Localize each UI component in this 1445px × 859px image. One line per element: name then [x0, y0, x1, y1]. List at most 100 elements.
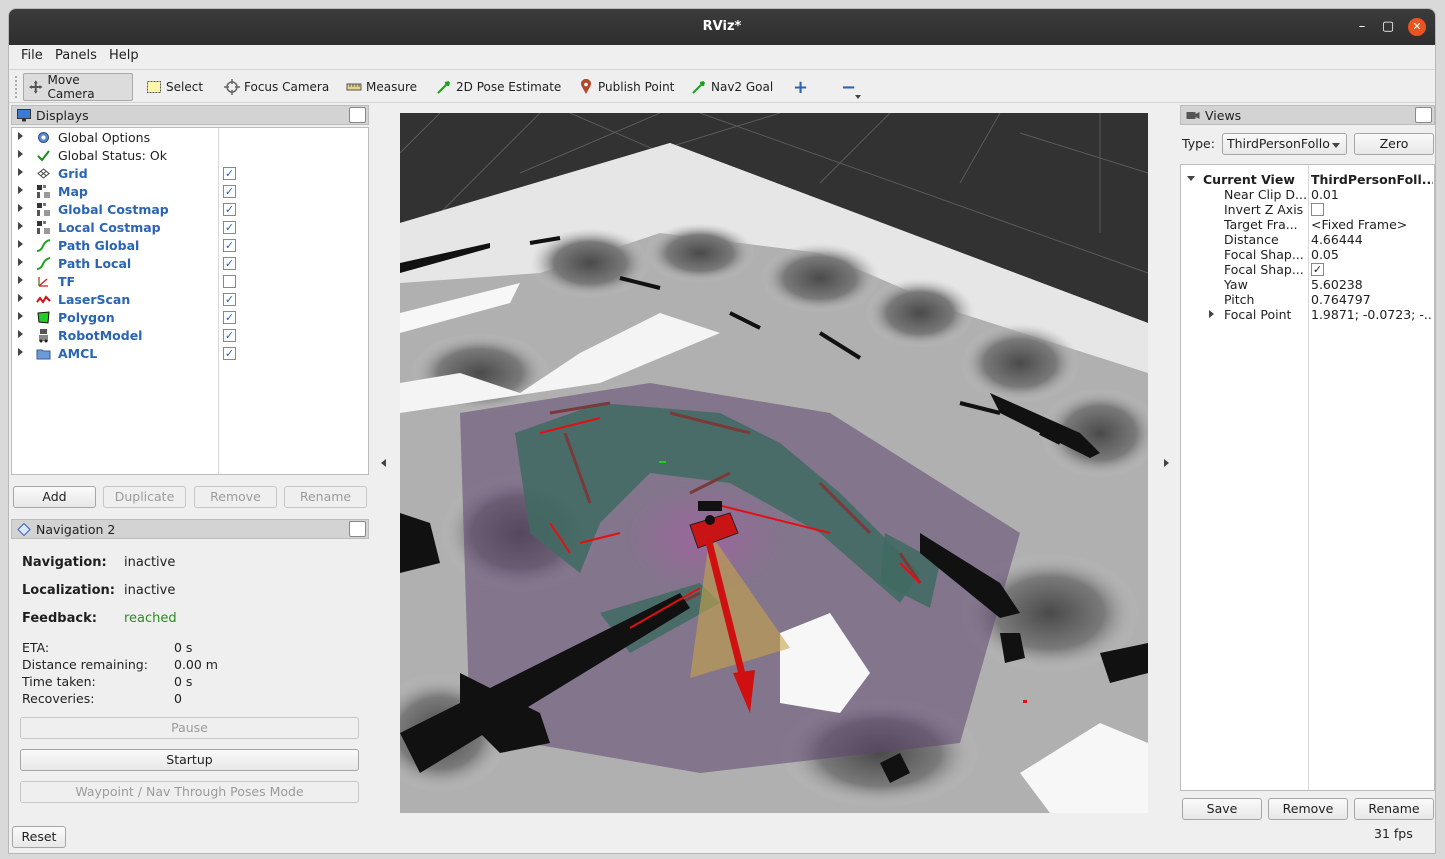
- expand-arrow-icon[interactable]: [18, 150, 23, 158]
- display-enabled-checkbox[interactable]: ✓: [223, 203, 236, 216]
- display-enabled-checkbox[interactable]: ✓: [223, 221, 236, 234]
- publish-point-button[interactable]: Publish Point: [574, 73, 678, 101]
- menu-help[interactable]: Help: [109, 48, 139, 63]
- display-enabled-checkbox[interactable]: ✓: [223, 293, 236, 306]
- startup-button[interactable]: Startup: [20, 749, 359, 771]
- view-property-row[interactable]: Invert Z Axis: [1181, 202, 1434, 217]
- view-property-value[interactable]: 0.05: [1311, 247, 1433, 262]
- expand-arrow-icon[interactable]: [18, 330, 23, 338]
- expand-arrow-icon[interactable]: [18, 204, 23, 212]
- display-item-global-status-ok[interactable]: Global Status: Ok: [12, 147, 368, 165]
- display-enabled-checkbox[interactable]: ✓: [223, 347, 236, 360]
- scene-3d[interactable]: [400, 113, 1148, 813]
- view-property-row[interactable]: Focal Point 1.9871; -0.0723; -...: [1181, 307, 1434, 322]
- display-item-global-costmap[interactable]: Global Costmap ✓: [12, 201, 368, 219]
- expand-arrow-icon[interactable]: [18, 276, 23, 284]
- displays-float-checkbox[interactable]: [349, 107, 366, 123]
- select-button[interactable]: Select: [142, 73, 207, 101]
- display-item-map[interactable]: Map ✓: [12, 183, 368, 201]
- current-view-row[interactable]: Current View ThirdPersonFoll...: [1181, 172, 1434, 187]
- tool-dropdown-icon[interactable]: [855, 95, 861, 99]
- expand-arrow-icon[interactable]: [18, 240, 23, 248]
- expand-arrow-icon[interactable]: [18, 132, 23, 140]
- view-property-key: Pitch: [1224, 292, 1255, 307]
- views-float-checkbox[interactable]: [1415, 107, 1432, 123]
- expand-arrow-icon[interactable]: [18, 222, 23, 230]
- view-property-value[interactable]: 1.9871; -0.0723; -...: [1311, 307, 1433, 322]
- minimize-icon[interactable]: –: [1353, 18, 1371, 36]
- view-property-row[interactable]: Near Clip D... 0.01: [1181, 187, 1434, 202]
- displays-tree: Global Options Global Status: Ok Grid ✓ Map ✓…: [11, 127, 369, 475]
- remove-display-button[interactable]: Remove: [194, 486, 277, 508]
- add-display-button[interactable]: Add: [13, 486, 96, 508]
- navigation-float-checkbox[interactable]: [349, 521, 366, 537]
- nav2-goal-button[interactable]: Nav2 Goal: [687, 73, 777, 101]
- view-property-row[interactable]: Yaw 5.60238: [1181, 277, 1434, 292]
- expand-arrow-icon[interactable]: [18, 348, 23, 356]
- expand-arrow-icon[interactable]: [1209, 310, 1214, 318]
- display-item-path-global[interactable]: Path Global ✓: [12, 237, 368, 255]
- display-item-global-options[interactable]: Global Options: [12, 129, 368, 147]
- display-enabled-checkbox[interactable]: ✓: [223, 185, 236, 198]
- collapse-right-icon[interactable]: [1164, 459, 1169, 467]
- view-property-checkbox[interactable]: [1311, 203, 1324, 216]
- view-property-row[interactable]: Focal Shap... ✓: [1181, 262, 1434, 277]
- display-item-amcl[interactable]: AMCL ✓: [12, 345, 368, 363]
- expand-down-icon[interactable]: [1187, 176, 1195, 181]
- display-enabled-checkbox[interactable]: ✓: [223, 311, 236, 324]
- expand-arrow-icon[interactable]: [18, 258, 23, 266]
- view-property-row[interactable]: Distance 4.66444: [1181, 232, 1434, 247]
- display-enabled-checkbox[interactable]: ✓: [223, 239, 236, 252]
- view-property-value[interactable]: 5.60238: [1311, 277, 1433, 292]
- select-label: Select: [166, 80, 204, 94]
- menu-file[interactable]: File: [21, 48, 43, 63]
- display-enabled-checkbox[interactable]: ✓: [223, 167, 236, 180]
- view-property-row[interactable]: Focal Shap... 0.05: [1181, 247, 1434, 262]
- display-item-path-local[interactable]: Path Local ✓: [12, 255, 368, 273]
- reset-button[interactable]: Reset: [12, 826, 66, 848]
- focus-camera-button[interactable]: Focus Camera: [220, 73, 333, 101]
- display-item-label: Global Options: [58, 130, 151, 145]
- save-view-button[interactable]: Save: [1182, 798, 1262, 820]
- measure-button[interactable]: Measure: [342, 73, 421, 101]
- view-property-checkbox[interactable]: ✓: [1311, 263, 1324, 276]
- display-enabled-checkbox[interactable]: [223, 275, 236, 288]
- display-item-robotmodel[interactable]: RobotModel ✓: [12, 327, 368, 345]
- display-item-grid[interactable]: Grid ✓: [12, 165, 368, 183]
- toolbar-grip[interactable]: [15, 76, 19, 98]
- waypoint-mode-button[interactable]: Waypoint / Nav Through Poses Mode: [20, 781, 359, 803]
- pause-button[interactable]: Pause: [20, 717, 359, 739]
- view-property-value[interactable]: <Fixed Frame>: [1311, 217, 1433, 232]
- display-item-laserscan[interactable]: LaserScan ✓: [12, 291, 368, 309]
- display-enabled-checkbox[interactable]: ✓: [223, 257, 236, 270]
- view-property-row[interactable]: Pitch 0.764797: [1181, 292, 1434, 307]
- expand-arrow-icon[interactable]: [18, 294, 23, 302]
- expand-arrow-icon[interactable]: [18, 186, 23, 194]
- display-enabled-checkbox[interactable]: ✓: [223, 329, 236, 342]
- zero-button[interactable]: Zero: [1354, 133, 1434, 155]
- view-property-value[interactable]: 4.66444: [1311, 232, 1433, 247]
- view-property-value[interactable]: 0.764797: [1311, 292, 1433, 307]
- focus-camera-icon: [224, 79, 240, 95]
- display-item-tf[interactable]: TF: [12, 273, 368, 291]
- expand-arrow-icon[interactable]: [18, 168, 23, 176]
- view-property-value[interactable]: 0.01: [1311, 187, 1433, 202]
- pose-estimate-button[interactable]: 2D Pose Estimate: [432, 73, 565, 101]
- collapse-left-icon[interactable]: [381, 459, 386, 467]
- move-camera-button[interactable]: Move Camera: [23, 73, 133, 101]
- view-property-row[interactable]: Target Fra... <Fixed Frame>: [1181, 217, 1434, 232]
- duplicate-display-button[interactable]: Duplicate: [103, 486, 186, 508]
- add-tool-button[interactable]: +: [789, 73, 812, 101]
- menu-panels[interactable]: Panels: [55, 48, 97, 63]
- close-icon[interactable]: ✕: [1408, 18, 1426, 36]
- rename-display-button[interactable]: Rename: [284, 486, 367, 508]
- display-item-polygon[interactable]: Polygon ✓: [12, 309, 368, 327]
- view-type-select[interactable]: ThirdPersonFollo: [1222, 133, 1347, 155]
- rename-view-button[interactable]: Rename: [1354, 798, 1434, 820]
- localization-status-value: inactive: [124, 583, 176, 598]
- remove-view-button[interactable]: Remove: [1268, 798, 1348, 820]
- maximize-icon[interactable]: ▢: [1379, 18, 1397, 36]
- render-viewport[interactable]: [400, 113, 1148, 813]
- expand-arrow-icon[interactable]: [18, 312, 23, 320]
- display-item-local-costmap[interactable]: Local Costmap ✓: [12, 219, 368, 237]
